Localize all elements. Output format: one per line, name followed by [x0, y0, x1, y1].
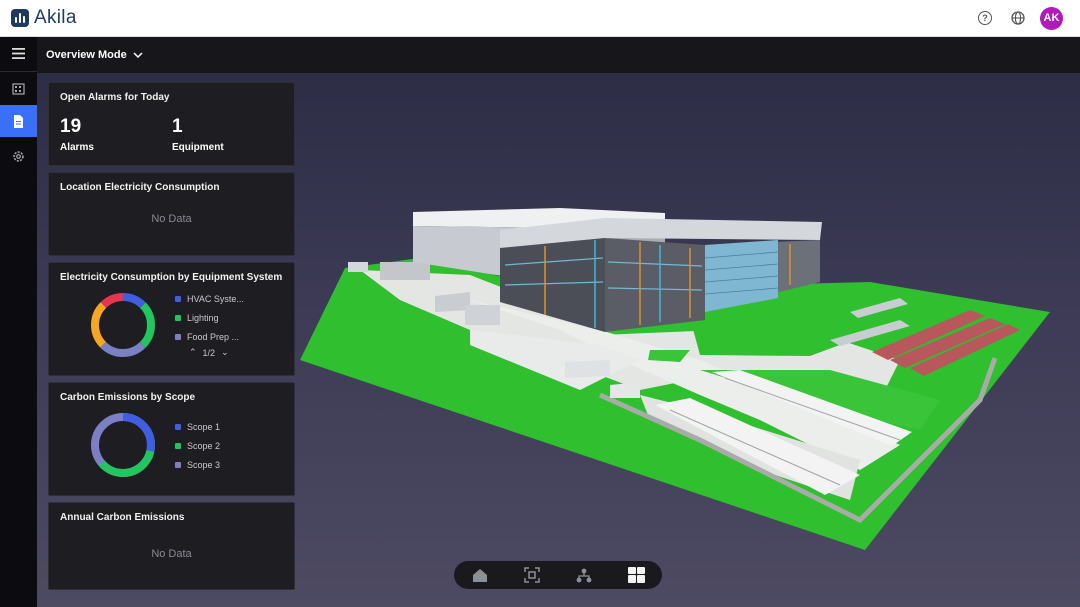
- sidebar: [0, 37, 37, 607]
- alarms-label: Alarms: [60, 142, 94, 153]
- help-icon[interactable]: ?: [978, 11, 992, 25]
- legend-item-scope-3[interactable]: Scope 3: [175, 455, 220, 474]
- electricity-by-system-title: Electricity Consumption by Equipment Sys…: [60, 272, 283, 283]
- location-electricity-card[interactable]: Location Electricity Consumption No Data: [48, 172, 295, 256]
- document-icon: [14, 114, 23, 128]
- user-avatar[interactable]: AK: [1040, 7, 1063, 30]
- open-alarms-card[interactable]: Open Alarms for Today 19 Alarms 1 Equipm…: [48, 82, 295, 166]
- app-logo[interactable]: Akila: [11, 7, 77, 28]
- akila-logo-icon: [11, 9, 29, 27]
- menu-icon[interactable]: [0, 37, 37, 69]
- focus-view-button[interactable]: [506, 561, 558, 589]
- equipment-count: 1: [172, 116, 183, 137]
- hierarchy-icon: [576, 568, 592, 582]
- annual-carbon-card[interactable]: Annual Carbon Emissions No Data: [48, 502, 295, 590]
- pager-text: 1/2: [202, 347, 216, 358]
- carbon-legend: Scope 1 Scope 2 Scope 3: [175, 417, 220, 474]
- sidebar-item-buildings[interactable]: [0, 72, 37, 104]
- sidebar-item-settings[interactable]: [0, 140, 37, 172]
- legend-item-hvac[interactable]: HVAC Syste...: [175, 289, 244, 308]
- mode-dropdown[interactable]: Overview Mode: [46, 37, 143, 73]
- electricity-donut-chart: [91, 293, 155, 357]
- equipment-label: Equipment: [172, 142, 224, 153]
- home-icon: [473, 568, 487, 582]
- legend-item-lighting[interactable]: Lighting: [175, 308, 244, 327]
- focus-icon: [524, 567, 540, 583]
- chevron-up-icon[interactable]: ⌃: [189, 347, 197, 358]
- carbon-by-scope-title: Carbon Emissions by Scope: [60, 392, 196, 403]
- mode-label: Overview Mode: [46, 49, 127, 61]
- building-icon: [12, 82, 25, 95]
- annual-carbon-title: Annual Carbon Emissions: [60, 512, 185, 523]
- app-name: Akila: [34, 7, 77, 28]
- layout-view-button[interactable]: [610, 561, 662, 589]
- legend-item-scope-2[interactable]: Scope 2: [175, 436, 220, 455]
- electricity-legend: HVAC Syste... Lighting Food Prep ...: [175, 289, 244, 346]
- electricity-by-system-card[interactable]: Electricity Consumption by Equipment Sys…: [48, 262, 295, 376]
- legend-item-scope-1[interactable]: Scope 1: [175, 417, 220, 436]
- chevron-down-icon[interactable]: ⌄: [221, 347, 229, 358]
- mode-bar: Overview Mode: [37, 37, 1080, 73]
- sidebar-item-documents[interactable]: [0, 105, 37, 137]
- chevron-down-icon: [133, 52, 143, 58]
- location-electricity-title: Location Electricity Consumption: [60, 182, 220, 193]
- gear-icon: [13, 150, 24, 162]
- hierarchy-view-button[interactable]: [558, 561, 610, 589]
- alarms-count: 19: [60, 116, 82, 137]
- view-toolbar: [454, 561, 662, 589]
- top-bar: Akila ? AK: [0, 0, 1080, 37]
- carbon-donut-chart: [91, 413, 155, 477]
- open-alarms-title: Open Alarms for Today: [60, 92, 170, 103]
- no-data-text: No Data: [151, 213, 192, 225]
- no-data-text: No Data: [151, 548, 192, 560]
- layout-icon: [627, 567, 645, 583]
- legend-pager: ⌃ 1/2 ⌄: [189, 347, 229, 358]
- carbon-by-scope-card[interactable]: Carbon Emissions by Scope Scope 1 Scope …: [48, 382, 295, 496]
- legend-item-food-prep[interactable]: Food Prep ...: [175, 327, 244, 346]
- home-view-button[interactable]: [454, 561, 506, 589]
- globe-icon[interactable]: [1011, 11, 1025, 25]
